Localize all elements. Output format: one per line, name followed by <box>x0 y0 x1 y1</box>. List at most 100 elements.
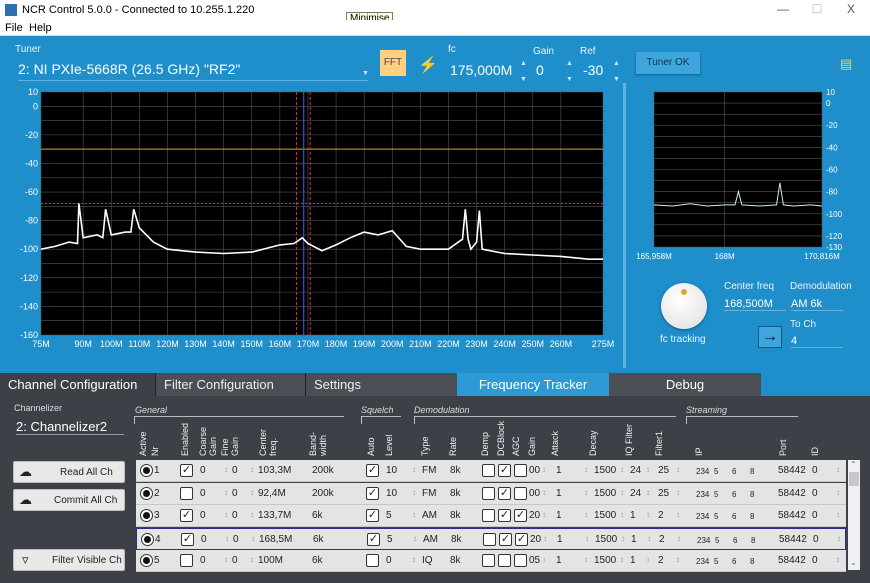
attack-input[interactable]: 1 <box>556 510 562 521</box>
ip-octet-input[interactable]: 234 <box>697 536 710 545</box>
demodulation-select[interactable]: AM 6k <box>791 298 843 311</box>
fine-gain-input[interactable]: 0 <box>232 510 238 521</box>
enabled-checkbox[interactable] <box>180 486 193 500</box>
enabled-checkbox[interactable]: ✓ <box>180 509 193 522</box>
fine-gain-input[interactable]: 0 <box>232 465 238 476</box>
filter1-input[interactable]: 2 <box>658 510 664 521</box>
agc-checkbox[interactable]: ✓ <box>515 532 528 546</box>
id-input[interactable]: 0 <box>812 555 818 566</box>
filter1-stepper[interactable]: ↕ <box>676 555 680 564</box>
ip-octet-input[interactable]: 5 <box>714 512 718 521</box>
squelch-level-stepper[interactable]: ↕ <box>412 555 416 564</box>
attack-stepper[interactable]: ↕ <box>584 555 588 564</box>
bandwidth-input[interactable]: 200k <box>312 465 334 476</box>
id-input[interactable]: 0 <box>812 465 818 476</box>
active-radio[interactable] <box>140 464 153 477</box>
iq-filter-stepper[interactable]: ↕ <box>647 534 651 543</box>
iq-filter-stepper[interactable]: ↕ <box>646 555 650 564</box>
squelch-level-stepper[interactable]: ↕ <box>412 465 416 474</box>
ip-octet-input[interactable]: 6 <box>732 512 736 521</box>
attack-input[interactable]: 1 <box>557 534 563 545</box>
decay-input[interactable]: 1500 <box>594 555 616 566</box>
filter1-input[interactable]: 25 <box>658 488 669 499</box>
center-freq-input[interactable]: 100M <box>258 555 283 566</box>
ip-octet-input[interactable]: 8 <box>750 490 754 499</box>
tuner-ok-button[interactable]: Tuner OK <box>636 52 700 74</box>
demod-type-select[interactable]: IQ <box>422 555 433 566</box>
demod-type-select[interactable]: FM <box>422 465 436 476</box>
iq-filter-input[interactable]: 1 <box>630 510 636 521</box>
ip-octet-input[interactable]: 5 <box>714 490 718 499</box>
attack-input[interactable]: 1 <box>556 488 562 499</box>
demod-rate-select[interactable]: 8k <box>450 465 461 476</box>
demp-checkbox[interactable] <box>482 509 495 522</box>
fine-gain-input[interactable]: 0 <box>232 555 238 566</box>
coarse-gain-input[interactable]: 0 <box>201 534 207 545</box>
ip-octet-input[interactable]: 234 <box>696 557 709 566</box>
agc-checkbox[interactable] <box>514 464 527 477</box>
attack-stepper[interactable]: ↕ <box>584 465 588 474</box>
ip-octet-input[interactable]: 8 <box>750 467 754 476</box>
table-row[interactable]: 1 ✓ 0 ↕ 0 ↕ 103,3M 200k ✓ 10 ↕ FM 8k ✓ 00 ↕ 1 ↕ 1500 ↕ 24 ↕ 25… <box>136 460 846 482</box>
squelch-level-input[interactable]: 0 <box>386 555 392 566</box>
demod-type-select[interactable]: AM <box>422 510 437 521</box>
active-radio[interactable] <box>140 554 153 567</box>
splitter[interactable] <box>623 83 626 368</box>
filter1-stepper[interactable]: ↕ <box>676 465 680 474</box>
fine-gain-input[interactable]: 0 <box>233 534 239 545</box>
demp-checkbox[interactable] <box>482 486 495 500</box>
agc-checkbox[interactable]: ✓ <box>514 509 527 522</box>
demod-gain-input[interactable]: 20 <box>530 534 541 545</box>
decay-input[interactable]: 1500 <box>594 488 616 499</box>
ip-octet-input[interactable]: 5 <box>714 557 718 566</box>
network-icon[interactable]: ▤ <box>840 56 852 72</box>
id-input[interactable]: 0 <box>812 488 818 499</box>
lightning-icon[interactable]: ⚡ <box>418 55 438 75</box>
id-input[interactable]: 0 <box>813 534 819 545</box>
squelch-auto-checkbox[interactable]: ✓ <box>366 486 379 500</box>
demod-type-select[interactable]: AM <box>423 534 438 545</box>
squelch-level-input[interactable]: 5 <box>387 534 393 545</box>
table-row[interactable]: 4 ✓ 0 ↕ 0 ↕ 168,5M 6k ✓ 5 ↕ AM 8k ✓ ✓ 20 ↕ 1 ↕ 1500 ↕ 1 ↕ 2 ↕ 234… <box>136 527 846 550</box>
iq-filter-stepper[interactable]: ↕ <box>646 465 650 474</box>
demod-rate-select[interactable]: 8k <box>450 555 461 566</box>
coarse-gain-input[interactable]: 0 <box>200 555 206 566</box>
filter1-input[interactable]: 2 <box>658 555 664 566</box>
channelizer-select[interactable]: 2: Channelizer2 <box>16 419 124 435</box>
id-stepper[interactable]: ↕ <box>837 534 841 543</box>
iq-filter-stepper[interactable]: ↕ <box>646 488 650 497</box>
dcblock-checkbox[interactable]: ✓ <box>498 464 511 477</box>
squelch-level-input[interactable]: 10 <box>386 488 397 499</box>
center-freq-input[interactable]: 168,500M <box>724 298 786 311</box>
enabled-checkbox[interactable]: ✓ <box>180 464 193 477</box>
coarse-gain-input[interactable]: 0 <box>200 465 206 476</box>
arrow-right-icon[interactable]: → <box>758 326 782 348</box>
table-scrollbar[interactable]: ⌃ ⌄ <box>848 460 860 570</box>
port-stepper[interactable]: ↕ <box>801 534 805 543</box>
attack-input[interactable]: 1 <box>556 465 562 476</box>
gain-stepper[interactable]: ▲ ▼ <box>566 60 573 84</box>
gain-input[interactable]: 0 <box>536 62 544 78</box>
decay-input[interactable]: 1500 <box>594 510 616 521</box>
fc-tracking-knob[interactable] <box>661 283 707 329</box>
decay-stepper[interactable]: ↕ <box>621 534 625 543</box>
menu-file[interactable]: File <box>5 22 23 34</box>
dcblock-checkbox[interactable]: ✓ <box>498 509 511 522</box>
decay-stepper[interactable]: ↕ <box>620 465 624 474</box>
id-input[interactable]: 0 <box>812 510 818 521</box>
spectrum-chart[interactable]: 75M 90M 100M 110M 120M 130M 140M 150M 160M 170M 18… <box>0 86 620 356</box>
demp-checkbox[interactable] <box>482 464 495 477</box>
id-stepper[interactable]: ↕ <box>836 555 840 564</box>
ip-octet-input[interactable]: 234 <box>696 490 709 499</box>
demod-gain-input[interactable]: 05 <box>529 555 540 566</box>
tab-filter-configuration[interactable]: Filter Configuration <box>155 373 305 396</box>
squelch-auto-checkbox[interactable]: ✓ <box>366 464 379 477</box>
demp-checkbox[interactable] <box>483 532 496 546</box>
dcblock-checkbox[interactable]: ✓ <box>498 486 511 500</box>
ip-octet-input[interactable]: 8 <box>750 557 754 566</box>
filter1-stepper[interactable]: ↕ <box>677 534 681 543</box>
squelch-level-input[interactable]: 10 <box>386 465 397 476</box>
center-freq-input[interactable]: 103,3M <box>258 465 291 476</box>
iq-filter-input[interactable]: 1 <box>631 534 637 545</box>
id-stepper[interactable]: ↕ <box>836 488 840 497</box>
